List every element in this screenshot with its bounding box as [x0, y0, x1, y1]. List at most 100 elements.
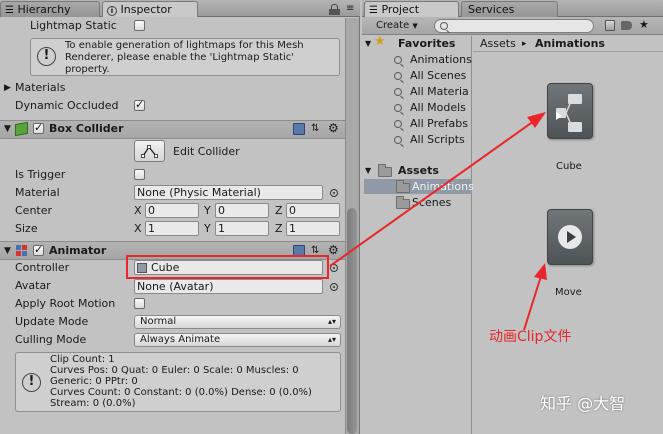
tree-item-scenes-label[interactable]: Scenes — [412, 196, 451, 210]
controller-object-picker-icon[interactable] — [330, 264, 338, 272]
size-x-field[interactable]: 1 — [145, 221, 199, 236]
center-z-field[interactable]: 0 — [286, 203, 340, 218]
tab-hierarchy[interactable]: ☰ Hierarchy — [0, 1, 100, 17]
dynamic-occluded-label: Dynamic Occluded — [15, 99, 119, 112]
folder-icon — [378, 164, 392, 177]
animator-info-line-5: Stream: 0 (0.0%) — [50, 398, 136, 409]
material-object-picker-icon[interactable] — [330, 189, 338, 197]
breadcrumb-assets[interactable]: Assets — [480, 37, 516, 51]
gear-icon[interactable]: ⚙ — [328, 121, 339, 135]
create-button[interactable]: Create ▼ — [376, 19, 418, 33]
edit-collider-label: Edit Collider — [173, 145, 240, 158]
filter-by-label-icon[interactable] — [621, 21, 632, 30]
search-input[interactable] — [434, 19, 594, 33]
list-icon: ☰ — [5, 5, 14, 16]
animator-icon — [16, 245, 28, 256]
search-icon — [394, 88, 402, 96]
center-y-axis-label: Y — [204, 204, 211, 217]
animator-controller-icon — [556, 94, 582, 132]
assets-foldout-arrow[interactable]: ▼ — [365, 164, 371, 178]
lightmap-static-label: Lightmap Static — [30, 19, 117, 32]
culling-mode-dropdown[interactable]: Always Animate ▴▾ — [134, 333, 341, 347]
apply-root-motion-checkbox[interactable] — [134, 298, 145, 309]
breadcrumb-separator: ▸ — [522, 39, 527, 49]
lightmap-help-text-1: To enable generation of lightmaps for th… — [65, 40, 304, 51]
tab-project[interactable]: ☰ Project — [364, 1, 459, 17]
folder-icon — [396, 180, 410, 193]
animator-title: Animator — [49, 244, 107, 257]
materials-label[interactable]: Materials — [15, 81, 65, 95]
dropdown-arrows-icon: ▴▾ — [327, 317, 336, 326]
settings-sliders-icon[interactable]: ⇅ — [311, 122, 319, 136]
edit-collider-button[interactable] — [134, 140, 165, 162]
annotation-label: 动画Clip文件 — [489, 329, 572, 345]
tree-item-animations-label[interactable]: Animations — [412, 180, 474, 194]
info-icon: ! — [22, 373, 41, 392]
center-x-field[interactable]: 0 — [145, 203, 199, 218]
list-icon: ☰ — [369, 5, 378, 16]
tab-inspector[interactable]: i Inspector — [102, 1, 198, 17]
watermark: 知乎 @大智 — [540, 394, 626, 413]
lightmap-static-checkbox[interactable] — [134, 20, 145, 31]
material-field[interactable]: None (Physic Material) — [134, 185, 323, 200]
animator-enabled-checkbox[interactable] — [33, 243, 44, 256]
panel-menu-icon[interactable]: ≡ — [346, 2, 354, 16]
project-panel: ☰ Project Services Create ▼ ★ ▼ ★ Favori… — [362, 0, 663, 434]
search-icon — [394, 136, 402, 144]
play-icon — [558, 225, 582, 249]
avatar-field[interactable]: None (Avatar) — [134, 279, 323, 294]
info-icon: i — [107, 6, 117, 16]
tab-services[interactable]: Services — [461, 1, 558, 17]
materials-foldout-arrow[interactable]: ▶ — [4, 81, 11, 95]
asset-cube-label[interactable]: Cube — [556, 160, 582, 174]
size-y-field[interactable]: 1 — [215, 221, 269, 236]
animator-foldout-arrow[interactable]: ▼ — [4, 244, 11, 258]
favorite-star-icon[interactable]: ★ — [639, 18, 649, 32]
asset-move-animation-clip[interactable] — [547, 209, 593, 265]
search-icon — [394, 104, 402, 112]
box-collider-enabled-checkbox[interactable] — [33, 121, 44, 134]
lightmap-help-text-3: property. — [65, 64, 110, 75]
culling-mode-label: Culling Mode — [15, 333, 87, 346]
is-trigger-checkbox[interactable] — [134, 169, 145, 180]
inspector-scrollbar-thumb[interactable] — [347, 208, 357, 434]
assets-tree-label[interactable]: Assets — [398, 164, 439, 178]
avatar-object-picker-icon[interactable] — [330, 283, 338, 291]
apply-root-motion-label: Apply Root Motion — [15, 297, 116, 310]
dropdown-arrow-icon: ▼ — [412, 22, 418, 30]
edit-collider-icon — [141, 145, 158, 158]
dynamic-occluded-checkbox[interactable] — [134, 98, 145, 111]
gear-icon[interactable]: ⚙ — [328, 243, 339, 257]
box-collider-foldout-arrow[interactable]: ▼ — [4, 122, 11, 136]
breadcrumb-animations[interactable]: Animations — [535, 37, 605, 51]
animator-info-line-4: Curves Count: 0 Constant: 0 (0.0%) Dense… — [50, 387, 312, 398]
filter-by-type-icon[interactable] — [605, 20, 615, 31]
controller-highlight-box — [126, 255, 329, 279]
center-x-axis-label: X — [134, 204, 142, 217]
size-z-axis-label: Z — [275, 222, 283, 235]
size-z-field[interactable]: 1 — [286, 221, 340, 236]
center-y-field[interactable]: 0 — [215, 203, 269, 218]
box-collider-icon — [15, 121, 28, 137]
controller-label: Controller — [15, 261, 70, 274]
info-icon: ! — [37, 47, 56, 66]
update-mode-label: Update Mode — [15, 315, 89, 328]
search-icon — [440, 22, 448, 30]
asset-move-label[interactable]: Move — [555, 286, 582, 300]
box-collider-title: Box Collider — [49, 122, 124, 135]
size-label: Size — [15, 222, 38, 235]
material-label: Material — [15, 186, 60, 199]
update-mode-dropdown[interactable]: Normal ▴▾ — [134, 315, 341, 329]
lightmap-help-text-2: Renderer, please enable the 'Lightmap St… — [65, 52, 295, 63]
dropdown-arrows-icon: ▴▾ — [327, 335, 336, 344]
search-icon — [394, 120, 402, 128]
asset-cube-animator-controller[interactable] — [547, 83, 593, 139]
search-icon — [394, 72, 402, 80]
search-icon — [394, 56, 402, 64]
inspector-panel: ☰ Hierarchy i Inspector ≡ Lightmap Stati… — [0, 0, 360, 434]
animator-info-line-1: Clip Count: 1 — [50, 354, 115, 365]
animator-info-line-2: Curves Pos: 0 Quat: 0 Euler: 0 Scale: 0 … — [50, 365, 299, 376]
help-book-icon[interactable] — [293, 123, 305, 135]
favorites-label[interactable]: Favorites — [398, 37, 455, 51]
favorites-foldout-arrow[interactable]: ▼ — [365, 37, 371, 51]
